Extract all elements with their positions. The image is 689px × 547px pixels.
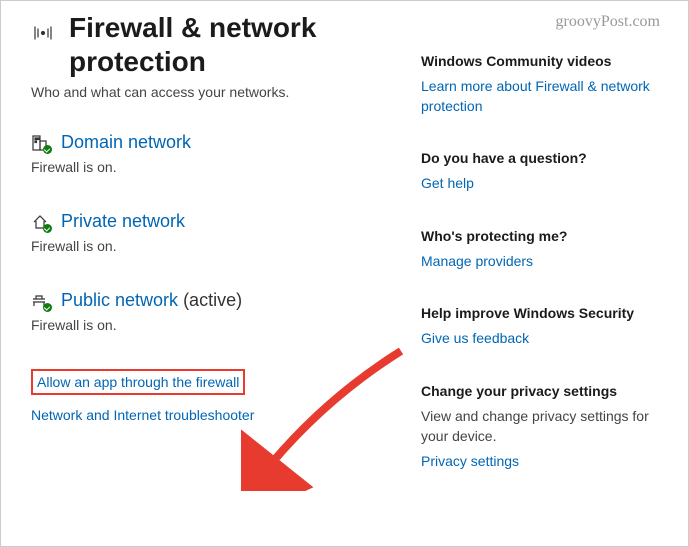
- domain-status: Firewall is on.: [31, 159, 411, 175]
- home-icon: [31, 213, 49, 231]
- public-network-section: Public network (active) Firewall is on.: [31, 290, 411, 333]
- private-network-section: Private network Firewall is on.: [31, 211, 411, 254]
- public-active-label: (active): [178, 290, 242, 310]
- building-icon: [31, 134, 49, 152]
- public-network-link[interactable]: Public network: [61, 290, 178, 310]
- page-title: Firewall & network protection: [69, 11, 411, 78]
- question-heading: Do you have a question?: [421, 150, 671, 166]
- get-help-link[interactable]: Get help: [421, 174, 671, 194]
- page-subtitle: Who and what can access your networks.: [31, 84, 411, 100]
- privacy-heading: Change your privacy settings: [421, 383, 671, 399]
- domain-network-link[interactable]: Domain network: [61, 132, 191, 153]
- watermark: groovyPost.com: [556, 13, 660, 31]
- troubleshooter-link[interactable]: Network and Internet troubleshooter: [31, 407, 411, 423]
- learn-more-link[interactable]: Learn more about Firewall & network prot…: [421, 77, 671, 116]
- private-network-link[interactable]: Private network: [61, 211, 185, 232]
- sidebar: Windows Community videos Learn more abou…: [411, 11, 671, 506]
- private-status: Firewall is on.: [31, 238, 411, 254]
- bench-icon: [31, 292, 49, 310]
- protecting-heading: Who's protecting me?: [421, 228, 671, 244]
- feedback-link[interactable]: Give us feedback: [421, 329, 671, 349]
- firewall-icon: [31, 21, 55, 50]
- improve-heading: Help improve Windows Security: [421, 305, 671, 321]
- videos-heading: Windows Community videos: [421, 53, 671, 69]
- privacy-text: View and change privacy settings for you…: [421, 407, 671, 446]
- domain-network-section: Domain network Firewall is on.: [31, 132, 411, 175]
- main-content: Firewall & network protection Who and wh…: [31, 11, 411, 506]
- allow-app-link[interactable]: Allow an app through the firewall: [31, 369, 245, 395]
- manage-providers-link[interactable]: Manage providers: [421, 252, 671, 272]
- public-status: Firewall is on.: [31, 317, 411, 333]
- privacy-settings-link[interactable]: Privacy settings: [421, 452, 671, 472]
